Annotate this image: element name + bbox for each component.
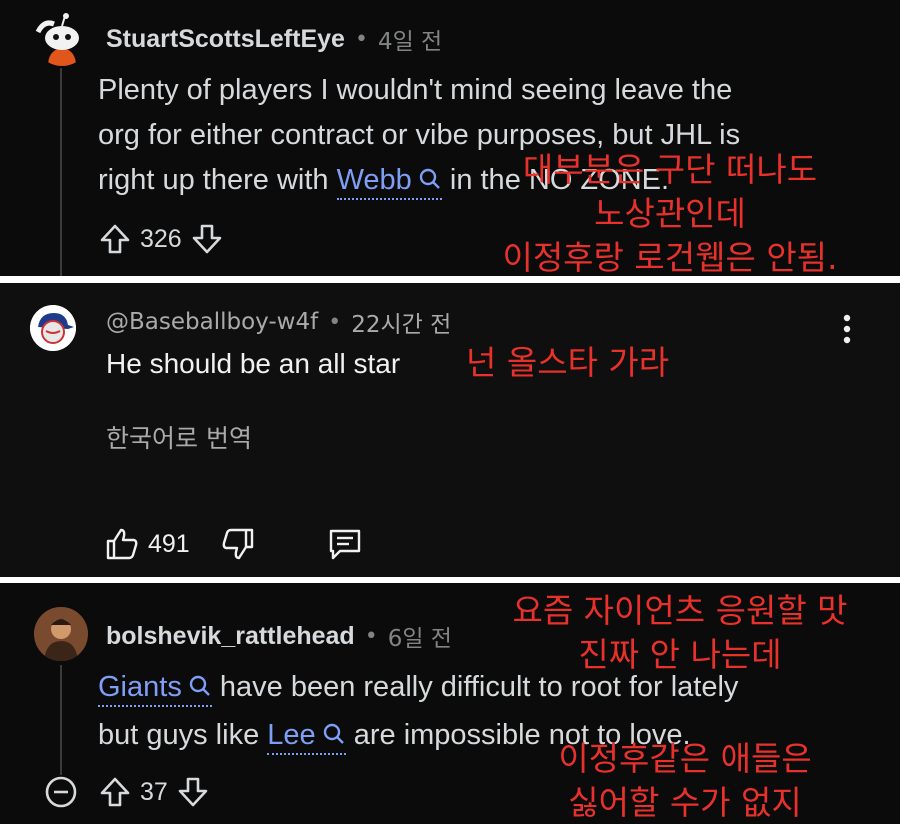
- downvote-button[interactable]: [190, 222, 224, 256]
- collapse-button[interactable]: [44, 775, 78, 809]
- translate-link[interactable]: 한국어로 번역: [106, 419, 252, 455]
- caption-line: 노상관인데: [594, 194, 746, 233]
- vote-bar: 326: [98, 222, 224, 256]
- comment-meta: @Baseballboy-w4f • 22시간 전: [106, 305, 451, 339]
- username[interactable]: StuartScottsLeftEye: [106, 25, 345, 54]
- comment-meta: StuartScottsLeftEye • 4일 전: [106, 22, 442, 56]
- caption-line: 이정후랑 로건웹은 안됨.: [502, 238, 838, 276]
- baseball-avatar-icon: [30, 305, 76, 351]
- caption-line: 싫어할 수가 없지: [568, 783, 802, 822]
- timestamp: 6일 전: [387, 626, 452, 652]
- vote-bar: 37: [44, 775, 210, 809]
- dislike-button[interactable]: [220, 526, 256, 562]
- user-avatar[interactable]: [30, 305, 76, 351]
- thumbs-down-icon: [222, 528, 253, 560]
- comment-body: He should be an all star: [106, 348, 401, 379]
- thread-line[interactable]: [60, 665, 62, 775]
- collapse-icon: [45, 776, 77, 808]
- more-vert-icon: [843, 314, 851, 344]
- search-link-lee[interactable]: Lee: [267, 719, 346, 755]
- caption-line: 대부분은 구단 떠나도: [522, 150, 818, 189]
- user-avatar-icon: [34, 607, 88, 661]
- thumbs-up-icon: [106, 528, 138, 560]
- youtube-comment: @Baseballboy-w4f • 22시간 전 He should be a…: [0, 283, 900, 577]
- thread-line[interactable]: [60, 68, 62, 276]
- like-count: 491: [148, 529, 190, 558]
- like-button[interactable]: [104, 526, 140, 562]
- search-icon: [323, 723, 344, 744]
- reddit-avatar-icon: [35, 13, 79, 66]
- search-link-giants[interactable]: Giants: [98, 671, 212, 707]
- user-avatar[interactable]: [34, 607, 88, 661]
- more-options-button[interactable]: [832, 311, 862, 347]
- meta-separator: •: [328, 309, 342, 335]
- username[interactable]: bolshevik_rattlehead: [106, 622, 355, 651]
- reply-button[interactable]: [326, 526, 364, 562]
- link-text: Webb: [336, 164, 412, 196]
- action-bar: 491: [104, 526, 364, 562]
- link-text: Lee: [267, 719, 316, 751]
- body-line: Plenty of players I wouldn't mind seeing…: [98, 74, 733, 106]
- reply-icon: [329, 529, 360, 560]
- korean-caption: 요즘 자이언츠 응원할 맛 진짜 안 나는데: [495, 589, 865, 677]
- timestamp: 22시간 전: [351, 312, 452, 338]
- meta-separator: •: [354, 26, 368, 52]
- caption-line: 이정후같은 애들은: [558, 739, 812, 778]
- vote-score: 37: [140, 777, 168, 806]
- downvote-icon: [178, 777, 208, 807]
- username[interactable]: @Baseballboy-w4f: [106, 309, 318, 335]
- meta-separator: •: [364, 623, 378, 649]
- link-text: Giants: [98, 671, 182, 703]
- caption-line: 진짜 안 나는데: [578, 635, 782, 674]
- upvote-button[interactable]: [98, 222, 132, 256]
- search-link-webb[interactable]: Webb: [336, 164, 442, 200]
- reddit-comment-1: StuartScottsLeftEye • 4일 전 Plenty of pla…: [0, 0, 900, 276]
- reddit-comment-2: bolshevik_rattlehead • 6일 전 Giants have …: [0, 583, 900, 824]
- vote-score: 326: [140, 224, 182, 253]
- downvote-button[interactable]: [176, 775, 210, 809]
- body-text: right up there with: [98, 164, 329, 196]
- korean-caption: 넌 올스타 가라: [466, 343, 670, 382]
- user-avatar[interactable]: [34, 10, 90, 66]
- upvote-icon: [100, 777, 130, 807]
- search-icon: [419, 168, 440, 189]
- korean-caption: 이정후같은 애들은 싫어할 수가 없지: [520, 737, 850, 824]
- timestamp: 4일 전: [377, 29, 443, 55]
- downvote-icon: [192, 224, 222, 254]
- search-icon: [189, 675, 210, 696]
- body-text: but guys like: [98, 719, 260, 751]
- upvote-icon: [100, 224, 130, 254]
- caption-line: 요즘 자이언츠 응원할 맛: [512, 591, 848, 630]
- upvote-button[interactable]: [98, 775, 132, 809]
- comment-meta: bolshevik_rattlehead • 6일 전: [106, 619, 452, 653]
- korean-caption: 대부분은 구단 떠나도 노상관인데 이정후랑 로건웹은 안됨.: [490, 148, 850, 276]
